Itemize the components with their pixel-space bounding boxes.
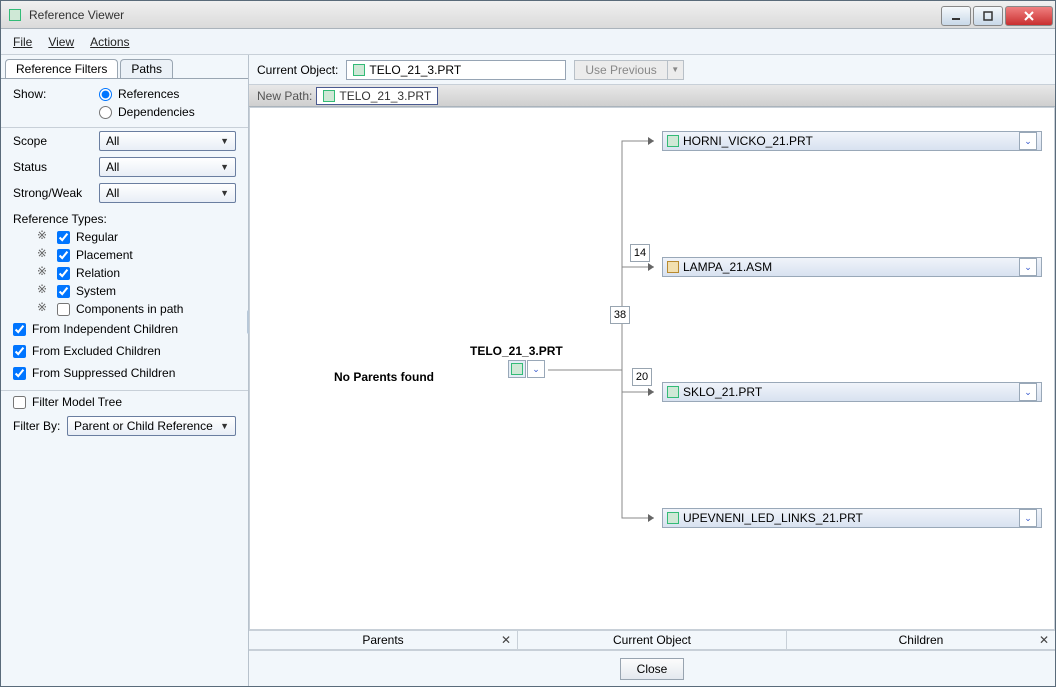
child-node[interactable]: HORNI_VICKO_21.PRT ⌄ [662,131,1042,151]
left-panel: Reference Filters Paths Show: References… [1,55,249,686]
close-button[interactable]: Close [620,658,685,680]
filterby-label: Filter By: [13,419,67,433]
chevron-down-icon: ▼ [220,188,229,198]
current-object-input[interactable]: TELO_21_3.PRT [346,60,566,80]
scope-label: Scope [13,134,99,148]
footer: Close [249,650,1055,686]
show-label: Show: [13,87,99,119]
chk-regular[interactable]: Regular [57,230,118,244]
status-label: Status [13,160,99,174]
chevron-down-icon[interactable]: ⌄ [1019,132,1037,150]
child-node[interactable]: UPEVNENI_LED_LINKS_21.PRT ⌄ [662,508,1042,528]
graph-canvas[interactable]: No Parents found TELO_21_3.PRT ⌄ 14 38 2… [249,107,1055,630]
menu-bar: File View Actions [1,29,1055,55]
ref-icon [37,285,51,297]
chevron-down-icon[interactable]: ⌄ [1019,258,1037,276]
file-icon [508,360,526,378]
column-headers: Parents ✕ Current Object Children ✕ [249,630,1055,650]
chk-from-suppressed[interactable]: From Suppressed Children [1,362,248,384]
menu-view[interactable]: View [48,35,74,49]
title-bar: Reference Viewer [1,1,1055,29]
window-frame: Reference Viewer File View Actions Refer… [0,0,1056,687]
tab-paths[interactable]: Paths [120,59,173,78]
edge-count: 38 [610,306,630,324]
file-icon [667,386,679,398]
center-node[interactable]: ⌄ [508,360,545,378]
ref-icon [37,231,51,243]
center-node-label: TELO_21_3.PRT [470,344,563,358]
scope-select[interactable]: All▼ [99,131,236,151]
file-icon [353,64,365,76]
close-column-children[interactable]: ✕ [1039,633,1049,647]
top-bar: Current Object: TELO_21_3.PRT Use Previo… [249,55,1055,85]
col-parents: Parents ✕ [249,631,518,649]
current-object-label: Current Object: [257,63,338,77]
left-tabs: Reference Filters Paths [1,55,248,79]
chevron-down-icon[interactable]: ⌄ [527,360,545,378]
no-parents-text: No Parents found [334,370,434,384]
chk-relation[interactable]: Relation [57,266,120,280]
main-content: Reference Filters Paths Show: References… [1,55,1055,686]
file-icon [667,261,679,273]
new-path-label: New Path: [257,89,312,103]
chk-filter-model-tree[interactable]: Filter Model Tree [1,391,248,413]
new-path-bar: New Path: TELO_21_3.PRT [249,85,1055,107]
child-node[interactable]: LAMPA_21.ASM ⌄ [662,257,1042,277]
tab-reference-filters[interactable]: Reference Filters [5,59,118,78]
chk-placement[interactable]: Placement [57,248,133,262]
window-controls [941,4,1055,26]
ref-icon [37,267,51,279]
chk-from-independent[interactable]: From Independent Children [1,318,248,340]
close-window-button[interactable] [1005,6,1053,26]
chevron-down-icon: ▼ [220,162,229,172]
status-select[interactable]: All▼ [99,157,236,177]
chevron-down-icon[interactable]: ⌄ [1019,383,1037,401]
col-children: Children ✕ [787,631,1055,649]
radio-dependencies[interactable]: Dependencies [99,105,195,119]
file-icon [323,90,335,102]
close-column-parents[interactable]: ✕ [501,633,511,647]
maximize-button[interactable] [973,6,1003,26]
use-previous-dropdown[interactable]: ▼ [668,60,684,80]
col-current: Current Object [518,631,787,649]
file-icon [667,512,679,524]
ref-types-title: Reference Types: [1,206,248,228]
file-icon [667,135,679,147]
chk-components[interactable]: Components in path [57,302,183,316]
edge-count: 20 [632,368,652,386]
new-path-chip[interactable]: TELO_21_3.PRT [316,87,438,105]
menu-file[interactable]: File [13,35,32,49]
chk-system[interactable]: System [57,284,116,298]
chevron-down-icon[interactable]: ⌄ [1019,509,1037,527]
show-section: Show: References Dependencies [1,79,248,128]
strongweak-label: Strong/Weak [13,186,99,200]
chevron-down-icon: ▼ [220,136,229,146]
filterby-select[interactable]: Parent or Child Reference▼ [67,416,236,436]
use-previous-button: Use Previous [574,60,667,80]
menu-actions[interactable]: Actions [90,35,129,49]
edge-count: 14 [630,244,650,262]
window-title: Reference Viewer [29,8,941,22]
app-icon [7,7,23,23]
radio-references[interactable]: References [99,87,195,101]
child-node[interactable]: SKLO_21.PRT ⌄ [662,382,1042,402]
chk-from-excluded[interactable]: From Excluded Children [1,340,248,362]
ref-icon [37,303,51,315]
ref-icon [37,249,51,261]
strongweak-select[interactable]: All▼ [99,183,236,203]
right-panel: Current Object: TELO_21_3.PRT Use Previo… [249,55,1055,686]
minimize-button[interactable] [941,6,971,26]
chevron-down-icon: ▼ [220,421,229,431]
